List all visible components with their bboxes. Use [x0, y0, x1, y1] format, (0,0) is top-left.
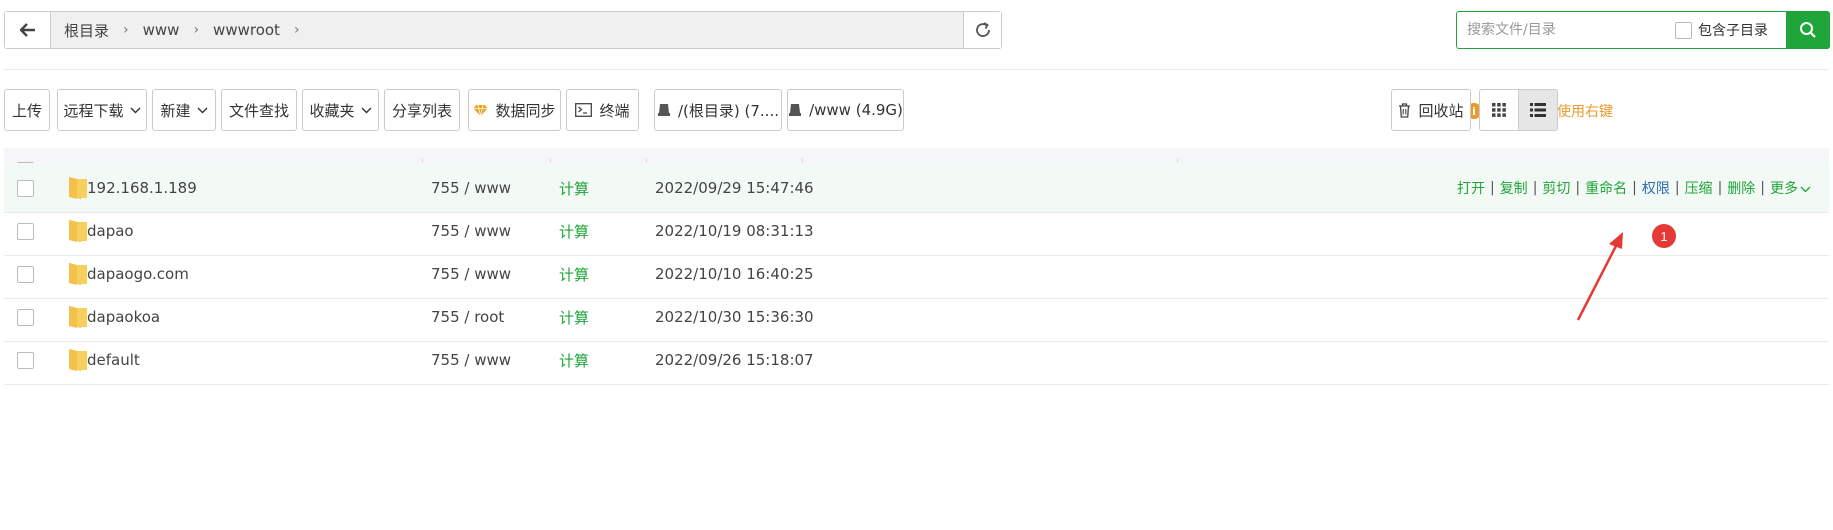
compress-action[interactable]: 压缩 — [1685, 178, 1713, 198]
list-icon — [1530, 103, 1546, 117]
trash-icon — [1398, 102, 1411, 118]
search-input[interactable] — [1457, 12, 1667, 48]
open-action[interactable]: 打开 — [1457, 178, 1485, 198]
favorites-button[interactable]: 收藏夹 — [302, 89, 379, 131]
new-label: 新建 — [160, 101, 191, 120]
calc-size-link[interactable]: 计算 — [559, 335, 589, 385]
refresh-button[interactable] — [963, 12, 1001, 48]
share-list-button[interactable]: 分享列表 — [384, 89, 460, 131]
list-view-button[interactable] — [1518, 89, 1558, 131]
annotation-badge: 1 — [1652, 224, 1676, 248]
data-sync-button[interactable]: 数据同步 — [468, 89, 561, 131]
annotation-arrow-icon — [1576, 232, 1623, 321]
chevron-down-icon — [1800, 186, 1811, 193]
breadcrumb: 根目录 › www › wwwroot › — [51, 12, 963, 48]
row-checkbox[interactable] — [17, 222, 34, 240]
disk-www-label: /www (4.9G) — [809, 101, 903, 119]
grid-icon — [1492, 103, 1506, 117]
terminal-label: 终端 — [599, 101, 630, 120]
row-checkbox[interactable] — [17, 265, 34, 283]
data-sync-label: 数据同步 — [495, 101, 556, 120]
arrow-left-icon — [19, 23, 35, 37]
search-button[interactable] — [1786, 11, 1830, 49]
rename-action[interactable]: 重命名 — [1585, 178, 1627, 198]
path-bar: 根目录 › www › wwwroot › — [4, 11, 1002, 49]
back-button[interactable] — [5, 12, 51, 48]
diamond-icon — [473, 104, 488, 117]
file-permission[interactable]: 755 / www — [431, 335, 511, 385]
folder-icon — [69, 263, 87, 285]
breadcrumb-item-wwwroot[interactable]: wwwroot — [208, 21, 285, 39]
remote-download-button[interactable]: 远程下载 — [57, 89, 147, 131]
find-file-button[interactable]: 文件查找 — [221, 89, 297, 131]
terminal-button[interactable]: 终端 — [566, 89, 639, 131]
disk-icon — [788, 103, 802, 117]
file-mtime: 2022/09/26 15:18:07 — [655, 351, 814, 369]
chevron-down-icon — [361, 107, 371, 113]
divider — [4, 69, 1829, 70]
upload-button[interactable]: 上传 — [4, 89, 50, 131]
disk-icon — [657, 103, 671, 117]
upload-label: 上传 — [11, 101, 42, 120]
folder-icon — [69, 177, 87, 199]
breadcrumb-item-www[interactable]: www — [138, 21, 185, 39]
search-box: 包含子目录 — [1456, 11, 1830, 49]
chevron-down-icon — [197, 107, 207, 113]
folder-icon — [69, 349, 87, 371]
recycle-bin-label: 回收站 — [1418, 101, 1464, 120]
terminal-icon — [575, 103, 593, 117]
include-subdir-checkbox[interactable]: 包含子目录 — [1675, 20, 1768, 40]
chevron-right-icon: › — [123, 22, 129, 38]
chevron-down-icon — [130, 107, 140, 113]
refresh-icon — [975, 22, 990, 37]
recycle-bin-button[interactable]: 回收站 — [1391, 89, 1471, 131]
checkbox[interactable] — [1675, 21, 1692, 39]
row-checkbox[interactable] — [17, 179, 34, 197]
more-action[interactable]: 更多 — [1770, 178, 1811, 198]
folder-icon — [69, 306, 87, 328]
table-row[interactable]: default 755 / www 计算 2022/09/26 15:18:07 — [4, 335, 1829, 385]
disk-www-button[interactable]: /www (4.9G) — [787, 89, 904, 131]
disk-root-label: /(根目录) (7.... — [678, 101, 779, 120]
search-icon — [1800, 22, 1816, 38]
new-button[interactable]: 新建 — [152, 89, 216, 131]
folder-icon — [69, 220, 87, 242]
more-label: 更多 — [1770, 181, 1798, 197]
cut-action[interactable]: 剪切 — [1542, 178, 1570, 198]
favorites-label: 收藏夹 — [309, 101, 355, 120]
row-checkbox[interactable] — [17, 308, 34, 326]
include-subdir-label: 包含子目录 — [1698, 23, 1768, 39]
copy-action[interactable]: 复制 — [1500, 178, 1528, 198]
find-file-label: 文件查找 — [228, 101, 289, 120]
row-checkbox[interactable] — [17, 351, 34, 369]
breadcrumb-item-root[interactable]: 根目录 — [59, 20, 114, 41]
disk-root-button[interactable]: /(根目录) (7.... — [654, 89, 782, 131]
file-name[interactable]: default — [87, 335, 140, 385]
chevron-right-icon: › — [193, 22, 200, 38]
remote-download-label: 远程下载 — [63, 101, 124, 120]
chevron-right-icon: › — [293, 22, 300, 38]
delete-action[interactable]: 删除 — [1727, 178, 1755, 198]
permission-action[interactable]: 权限 — [1642, 178, 1670, 198]
grid-view-button[interactable] — [1479, 89, 1519, 131]
share-list-label: 分享列表 — [391, 101, 452, 120]
